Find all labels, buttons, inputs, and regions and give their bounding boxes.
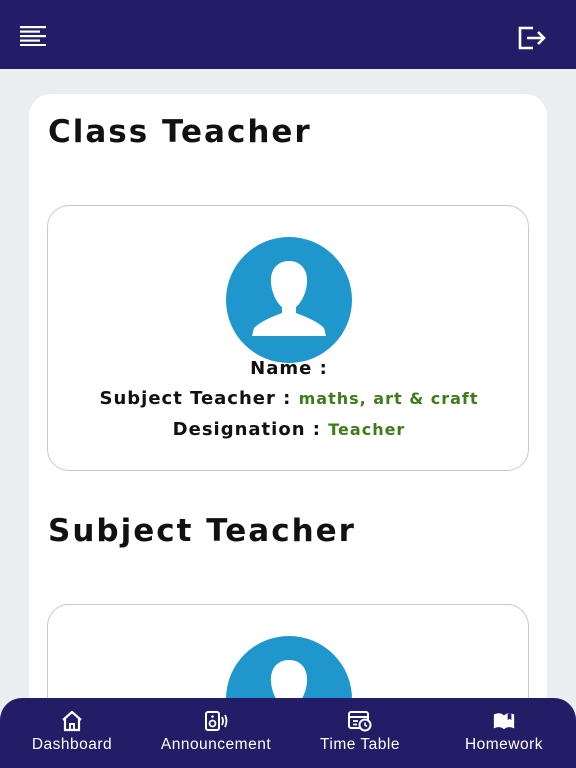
top-app-bar (0, 0, 576, 69)
user-avatar-icon (226, 237, 352, 363)
nav-time-table-label: Time Table (320, 736, 400, 753)
book-icon (493, 713, 515, 730)
calendar-clock-icon (348, 711, 372, 732)
nav-dashboard-label: Dashboard (31, 736, 113, 753)
home-icon (62, 710, 82, 732)
nav-homework[interactable]: Homework (444, 698, 564, 768)
nav-announcement[interactable]: Announcement (144, 698, 288, 768)
subject-label: Subject Teacher : (99, 388, 292, 409)
nav-announcement-label: Announcement (160, 736, 272, 753)
logout-button[interactable] (516, 24, 548, 52)
designation-row: Designation : Teacher (48, 419, 530, 440)
nav-time-table[interactable]: Time Table (300, 698, 420, 768)
menu-button[interactable] (20, 26, 48, 47)
designation-label: Designation : (172, 419, 321, 440)
speaker-icon (205, 711, 228, 731)
teacher-name-row: Name : (48, 358, 530, 379)
subject-value: maths, art & craft (298, 389, 479, 408)
subject-teacher-heading: Subject Teacher (48, 513, 356, 549)
menu-icon (20, 26, 46, 47)
bottom-navigation: Dashboard Announcement Time Table Homewo… (0, 698, 576, 768)
nav-homework-label: Homework (464, 736, 544, 753)
designation-value: Teacher (328, 420, 406, 439)
teachers-panel: Class Teacher Name : Subject Teacher : m… (29, 94, 547, 768)
class-teacher-heading: Class Teacher (48, 114, 312, 150)
class-teacher-card: Name : Subject Teacher : maths, art & cr… (47, 205, 529, 471)
logout-icon (518, 26, 546, 50)
nav-dashboard[interactable]: Dashboard (12, 698, 132, 768)
name-label: Name : (250, 358, 328, 379)
subject-teacher-row: Subject Teacher : maths, art & craft (48, 388, 530, 409)
